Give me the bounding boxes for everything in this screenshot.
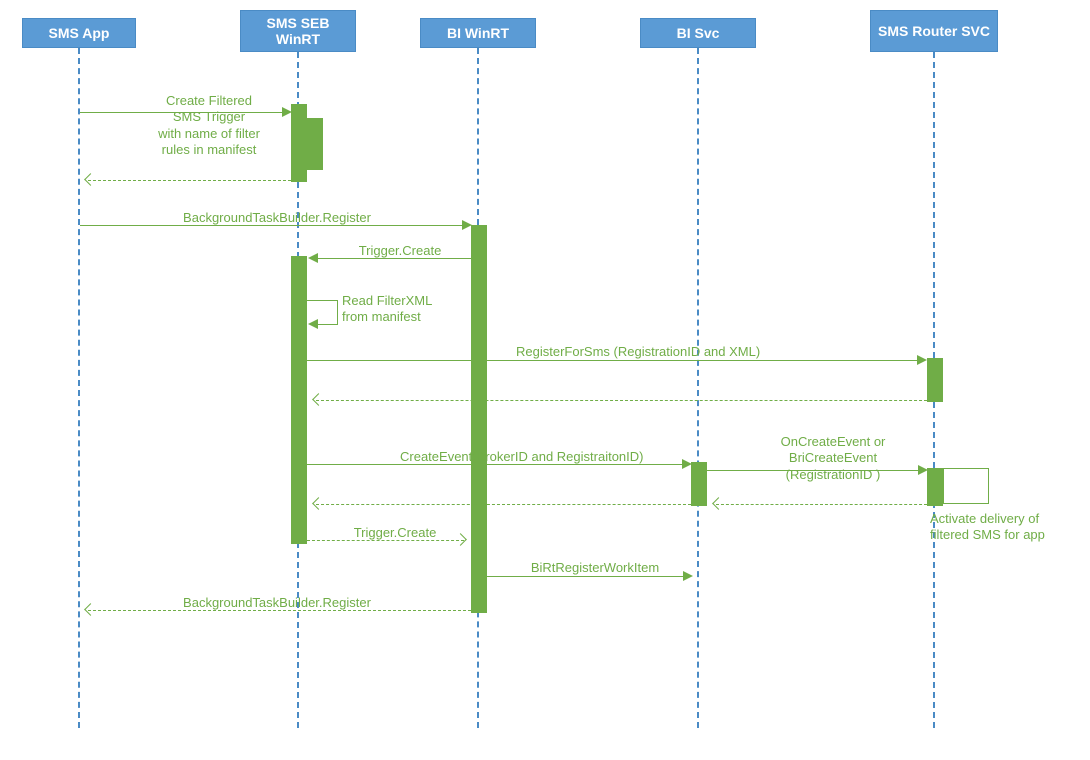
participant-label: SMS SEB WinRT [245,15,351,47]
message-arrow [316,324,338,325]
participant-bi-svc: BI Svc [640,18,756,48]
participant-label: BI WinRT [447,25,509,41]
message-label: Read FilterXML from manifest [342,293,462,326]
activation-bar [927,468,943,506]
message-label: RegisterForSms (RegistrationID and XML) [516,344,836,360]
message-label: BiRtRegisterWorkItem [510,560,680,576]
arrowhead-icon [918,465,928,475]
participant-bi-winrt: BI WinRT [420,18,536,48]
return-arrow [316,504,691,505]
message-label: BackgroundTaskBuilder.Register [162,595,392,611]
message-label: BackgroundTaskBuilder.Register [162,210,392,226]
message-label: Trigger.Create [340,525,450,541]
message-label: Trigger.Create [345,243,455,259]
lifeline [78,48,80,728]
participant-sms-app: SMS App [22,18,136,48]
return-arrow [88,180,291,181]
arrowhead-icon [312,497,325,510]
arrowhead-icon [312,393,325,406]
return-arrow [716,504,927,505]
participant-sms-seb-winrt: SMS SEB WinRT [240,10,356,52]
arrowhead-icon [308,319,318,329]
activation-bar [291,256,307,544]
participant-label: SMS App [49,25,110,41]
participant-sms-router-svc: SMS Router SVC [870,10,998,52]
participant-label: BI Svc [677,25,720,41]
arrowhead-icon [454,533,467,546]
message-arrow [337,300,338,324]
note-label: Activate delivery of filtered SMS for ap… [930,511,1080,544]
activation-bar [291,104,307,182]
activation-bar [307,118,323,170]
participant-label: SMS Router SVC [878,23,990,39]
message-label: CreateEvent(BrokerID and RegistraitonID) [400,449,690,465]
activation-bar [471,225,487,613]
note-box [943,468,989,504]
lifeline [697,48,699,728]
arrowhead-icon [917,355,927,365]
arrowhead-icon [683,571,693,581]
message-label: Create Filtered SMS Trigger with name of… [140,93,278,158]
return-arrow [316,400,927,401]
arrowhead-icon [282,107,292,117]
activation-bar [691,462,707,506]
arrowhead-icon [712,497,725,510]
message-label: OnCreateEvent or BriCreateEvent (Registr… [758,434,908,483]
arrowhead-icon [308,253,318,263]
arrowhead-icon [84,173,97,186]
message-arrow [307,300,337,301]
arrowhead-icon [84,603,97,616]
activation-bar [927,358,943,402]
arrowhead-icon [462,220,472,230]
